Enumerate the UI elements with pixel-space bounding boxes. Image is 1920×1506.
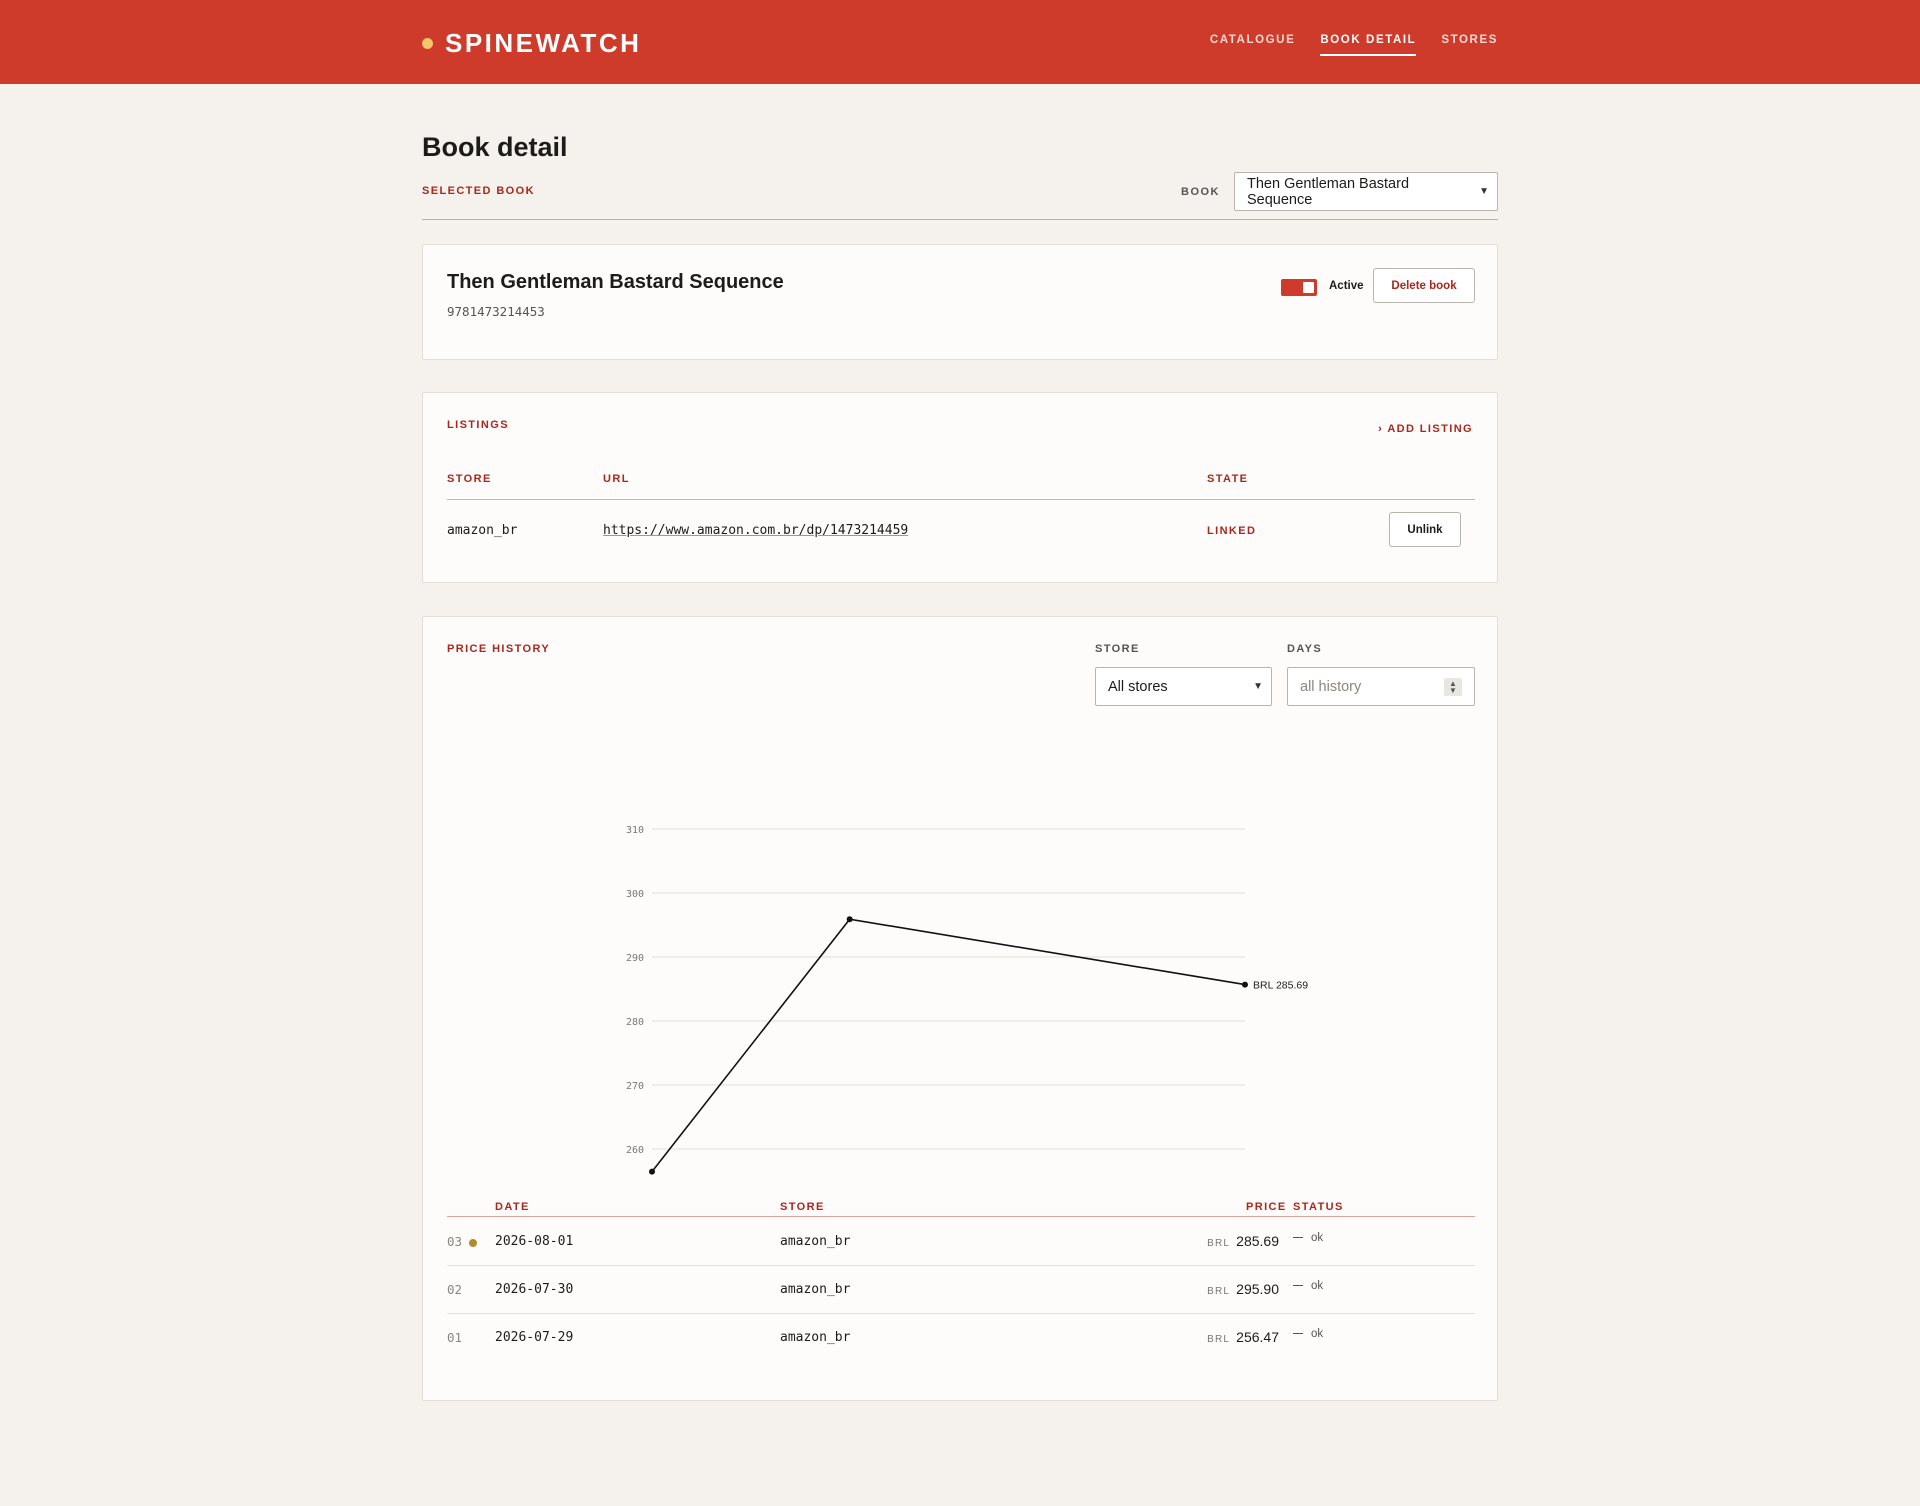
row-store: amazon_br — [780, 1330, 851, 1345]
row-price-value: 256.47 — [1236, 1329, 1279, 1345]
status-dash-icon — [1293, 1285, 1303, 1287]
row-status-text: ok — [1311, 1328, 1324, 1340]
price-point — [1242, 981, 1248, 988]
row-status: ok — [1293, 1232, 1323, 1244]
active-label: Active — [1329, 280, 1364, 292]
book-isbn: 9781473214453 — [447, 304, 545, 319]
row-status: ok — [1293, 1328, 1323, 1340]
page-title: Book detail — [422, 132, 568, 162]
history-col-store: STORE — [780, 1201, 825, 1213]
y-tick-label: 270 — [626, 1081, 644, 1092]
y-tick-label: 280 — [626, 1017, 644, 1028]
book-name: Then Gentleman Bastard Sequence — [447, 271, 784, 293]
book-field-label: BOOK — [1181, 185, 1220, 198]
history-col-date: DATE — [495, 1201, 530, 1213]
row-status-text: ok — [1311, 1280, 1324, 1292]
top-bar: SPINEWATCH CATALOGUE BOOK DETAIL STORES — [0, 0, 1920, 84]
listings-header-divider — [447, 499, 1475, 500]
row-price: BRL 295.90 — [1207, 1281, 1279, 1297]
add-listing-button[interactable]: › ADD LISTING — [1378, 423, 1473, 435]
add-listing-label: ADD LISTING — [1387, 423, 1473, 435]
row-status: ok — [1293, 1280, 1323, 1292]
row-divider — [447, 1313, 1475, 1314]
end-value-label: BRL 285.69 — [1253, 980, 1308, 992]
row-index: 03 — [447, 1234, 463, 1249]
y-tick-label: 310 — [626, 825, 644, 836]
row-date: 2026-07-29 — [495, 1330, 574, 1345]
row-store: amazon_br — [780, 1234, 851, 1249]
book-picker: BOOK Then Gentleman Bastard Sequence ▼ — [1181, 172, 1498, 211]
row-price-value: 285.69 — [1236, 1233, 1279, 1249]
row-date: 2026-07-30 — [495, 1282, 574, 1297]
row-store: amazon_br — [780, 1282, 851, 1297]
latest-marker-icon — [469, 1239, 477, 1247]
history-header-divider — [447, 1216, 1475, 1217]
listings-label: LISTINGS — [447, 419, 509, 431]
status-dash-icon — [1293, 1237, 1303, 1239]
row-divider — [447, 1265, 1475, 1266]
book-card: Then Gentleman Bastard Sequence 97814732… — [422, 244, 1498, 360]
row-date: 2026-08-01 — [495, 1234, 574, 1249]
listings-col-store: STORE — [447, 473, 492, 485]
nav-catalogue[interactable]: CATALOGUE — [1210, 34, 1296, 56]
listing-state: LINKED — [1207, 525, 1257, 537]
history-col-status: STATUS — [1293, 1201, 1344, 1213]
price-point — [846, 916, 853, 923]
listings-col-url: URL — [603, 473, 630, 485]
book-select-value: Then Gentleman Bastard Sequence — [1247, 175, 1410, 208]
price-history-card: PRICE HISTORY STORE DAYS All stores ▼ al… — [422, 616, 1498, 1401]
row-currency: BRL — [1207, 1238, 1231, 1249]
row-price: BRL 285.69 — [1207, 1233, 1279, 1249]
title-divider — [422, 219, 1498, 220]
chevron-right-icon: › — [1378, 423, 1384, 435]
status-dash-icon — [1293, 1333, 1303, 1335]
unlink-button[interactable]: Unlink — [1389, 512, 1461, 547]
history-col-price: PRICE — [1246, 1201, 1287, 1213]
row-price-value: 295.90 — [1236, 1281, 1279, 1297]
brand-dot-icon — [422, 38, 433, 49]
listings-card: LISTINGS › ADD LISTING STORE URL STATE a… — [422, 392, 1498, 583]
row-currency: BRL — [1207, 1286, 1231, 1297]
listing-url-link[interactable]: https://www.amazon.com.br/dp/1473214459 — [603, 523, 908, 538]
active-toggle[interactable] — [1281, 279, 1317, 296]
row-price: BRL 256.47 — [1207, 1329, 1279, 1345]
row-currency: BRL — [1207, 1334, 1231, 1345]
y-tick-label: 260 — [626, 1145, 644, 1156]
toggle-knob — [1303, 282, 1314, 293]
y-tick-label: 300 — [626, 889, 644, 900]
chevron-down-icon: ▼ — [1479, 186, 1489, 197]
brand-logo[interactable]: SPINEWATCH — [422, 28, 641, 59]
price-point — [649, 1168, 655, 1175]
row-index: 02 — [447, 1282, 463, 1297]
row-status-text: ok — [1311, 1232, 1324, 1244]
selected-book-label: SELECTED BOOK — [422, 185, 535, 197]
row-index: 01 — [447, 1330, 463, 1345]
y-tick-label: 290 — [626, 953, 644, 964]
main-nav: CATALOGUE BOOK DETAIL STORES — [1210, 34, 1498, 56]
nav-book-detail[interactable]: BOOK DETAIL — [1320, 34, 1417, 56]
brand-name: SPINEWATCH — [445, 28, 642, 58]
book-select[interactable]: Then Gentleman Bastard Sequence ▼ — [1234, 172, 1498, 211]
delete-book-button[interactable]: Delete book — [1373, 268, 1475, 303]
listings-col-state: STATE — [1207, 473, 1249, 485]
nav-stores[interactable]: STORES — [1441, 34, 1498, 56]
listing-store: amazon_br — [447, 523, 518, 538]
price-history-chart: 250260270280290300310BRL 285.692026-07-2… — [626, 825, 1308, 1175]
